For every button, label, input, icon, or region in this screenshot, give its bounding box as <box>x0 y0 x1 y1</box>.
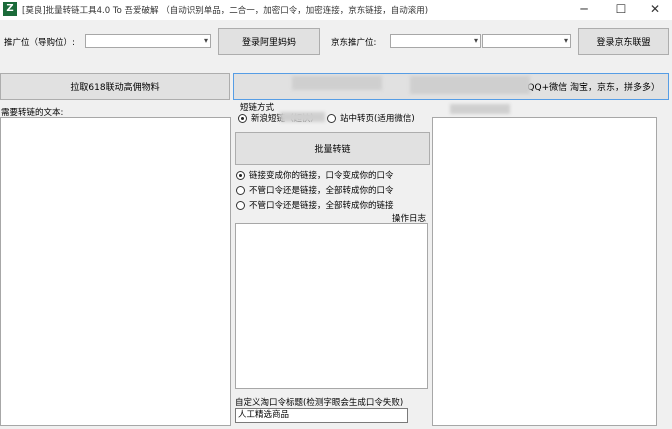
chevron-down-icon: ▾ <box>563 36 568 45</box>
custom-title-label: 自定义淘口令标题(检测字眼会生成口令失败) <box>235 398 404 408</box>
redacted-block <box>292 76 382 90</box>
window-scrollbar[interactable] <box>658 117 672 426</box>
mode-option-3[interactable]: 不管口令还是链接，全部转成你的链接 <box>236 199 394 211</box>
radio-unchecked-icon <box>236 185 245 195</box>
promo-position-label: 推广位（导购位）: <box>4 38 75 48</box>
mode-option-1[interactable]: 链接变成你的链接，口令变成你的口令 <box>236 169 394 181</box>
window-title: [莫良]批量转链工具4.0 To 吾爱破解 （自动识别单品，二合一，加密口令，加… <box>22 6 429 16</box>
redacted-block <box>280 112 325 122</box>
radio-checked-icon <box>238 113 247 123</box>
pull-material-button[interactable]: 拉取618联动高佣物料 <box>0 73 230 100</box>
short-link-mid-label: 站中转页(适用微信) <box>340 114 415 124</box>
mode-option-2-label: 不管口令还是链接，全部转成你的口令 <box>249 186 394 196</box>
minimize-icon[interactable]: ─ <box>567 0 601 20</box>
output-textarea[interactable] <box>432 117 657 426</box>
login-jd-button[interactable]: 登录京东联盟 <box>578 28 669 55</box>
batch-convert-button[interactable]: 批量转链 <box>235 132 430 165</box>
maximize-icon[interactable]: ☐ <box>604 0 638 20</box>
chevron-down-icon: ▾ <box>473 36 478 45</box>
jd-promo-select-2[interactable]: ▾ <box>482 34 571 48</box>
convert-platforms-label: (QQ+微信 淘宝，京东，拼多多） <box>523 83 660 93</box>
redacted-block <box>410 76 530 94</box>
redacted-block <box>450 104 510 114</box>
custom-title-input[interactable]: 人工精选商品 <box>235 408 408 423</box>
promo-position-select[interactable]: ▾ <box>85 34 211 48</box>
chevron-down-icon: ▾ <box>203 36 208 45</box>
title-bar: Z [莫良]批量转链工具4.0 To 吾爱破解 （自动识别单品，二合一，加密口令… <box>0 0 672 20</box>
mode-option-1-label: 链接变成你的链接，口令变成你的口令 <box>249 171 394 181</box>
app-icon: Z <box>3 2 17 16</box>
short-link-mid-radio[interactable]: 站中转页(适用微信) <box>327 112 415 124</box>
log-textarea[interactable] <box>235 223 428 389</box>
radio-checked-icon <box>236 170 245 180</box>
jd-promo-select-1[interactable]: ▾ <box>390 34 481 48</box>
radio-unchecked-icon <box>327 113 336 123</box>
mode-option-3-label: 不管口令还是链接，全部转成你的链接 <box>249 201 394 211</box>
close-icon[interactable]: ✕ <box>638 0 672 20</box>
mode-option-2[interactable]: 不管口令还是链接，全部转成你的口令 <box>236 184 394 196</box>
login-alimama-button[interactable]: 登录阿里妈妈 <box>218 28 320 55</box>
radio-unchecked-icon <box>236 200 245 210</box>
input-textarea[interactable] <box>0 117 231 426</box>
jd-promo-label: 京东推广位: <box>331 38 377 48</box>
